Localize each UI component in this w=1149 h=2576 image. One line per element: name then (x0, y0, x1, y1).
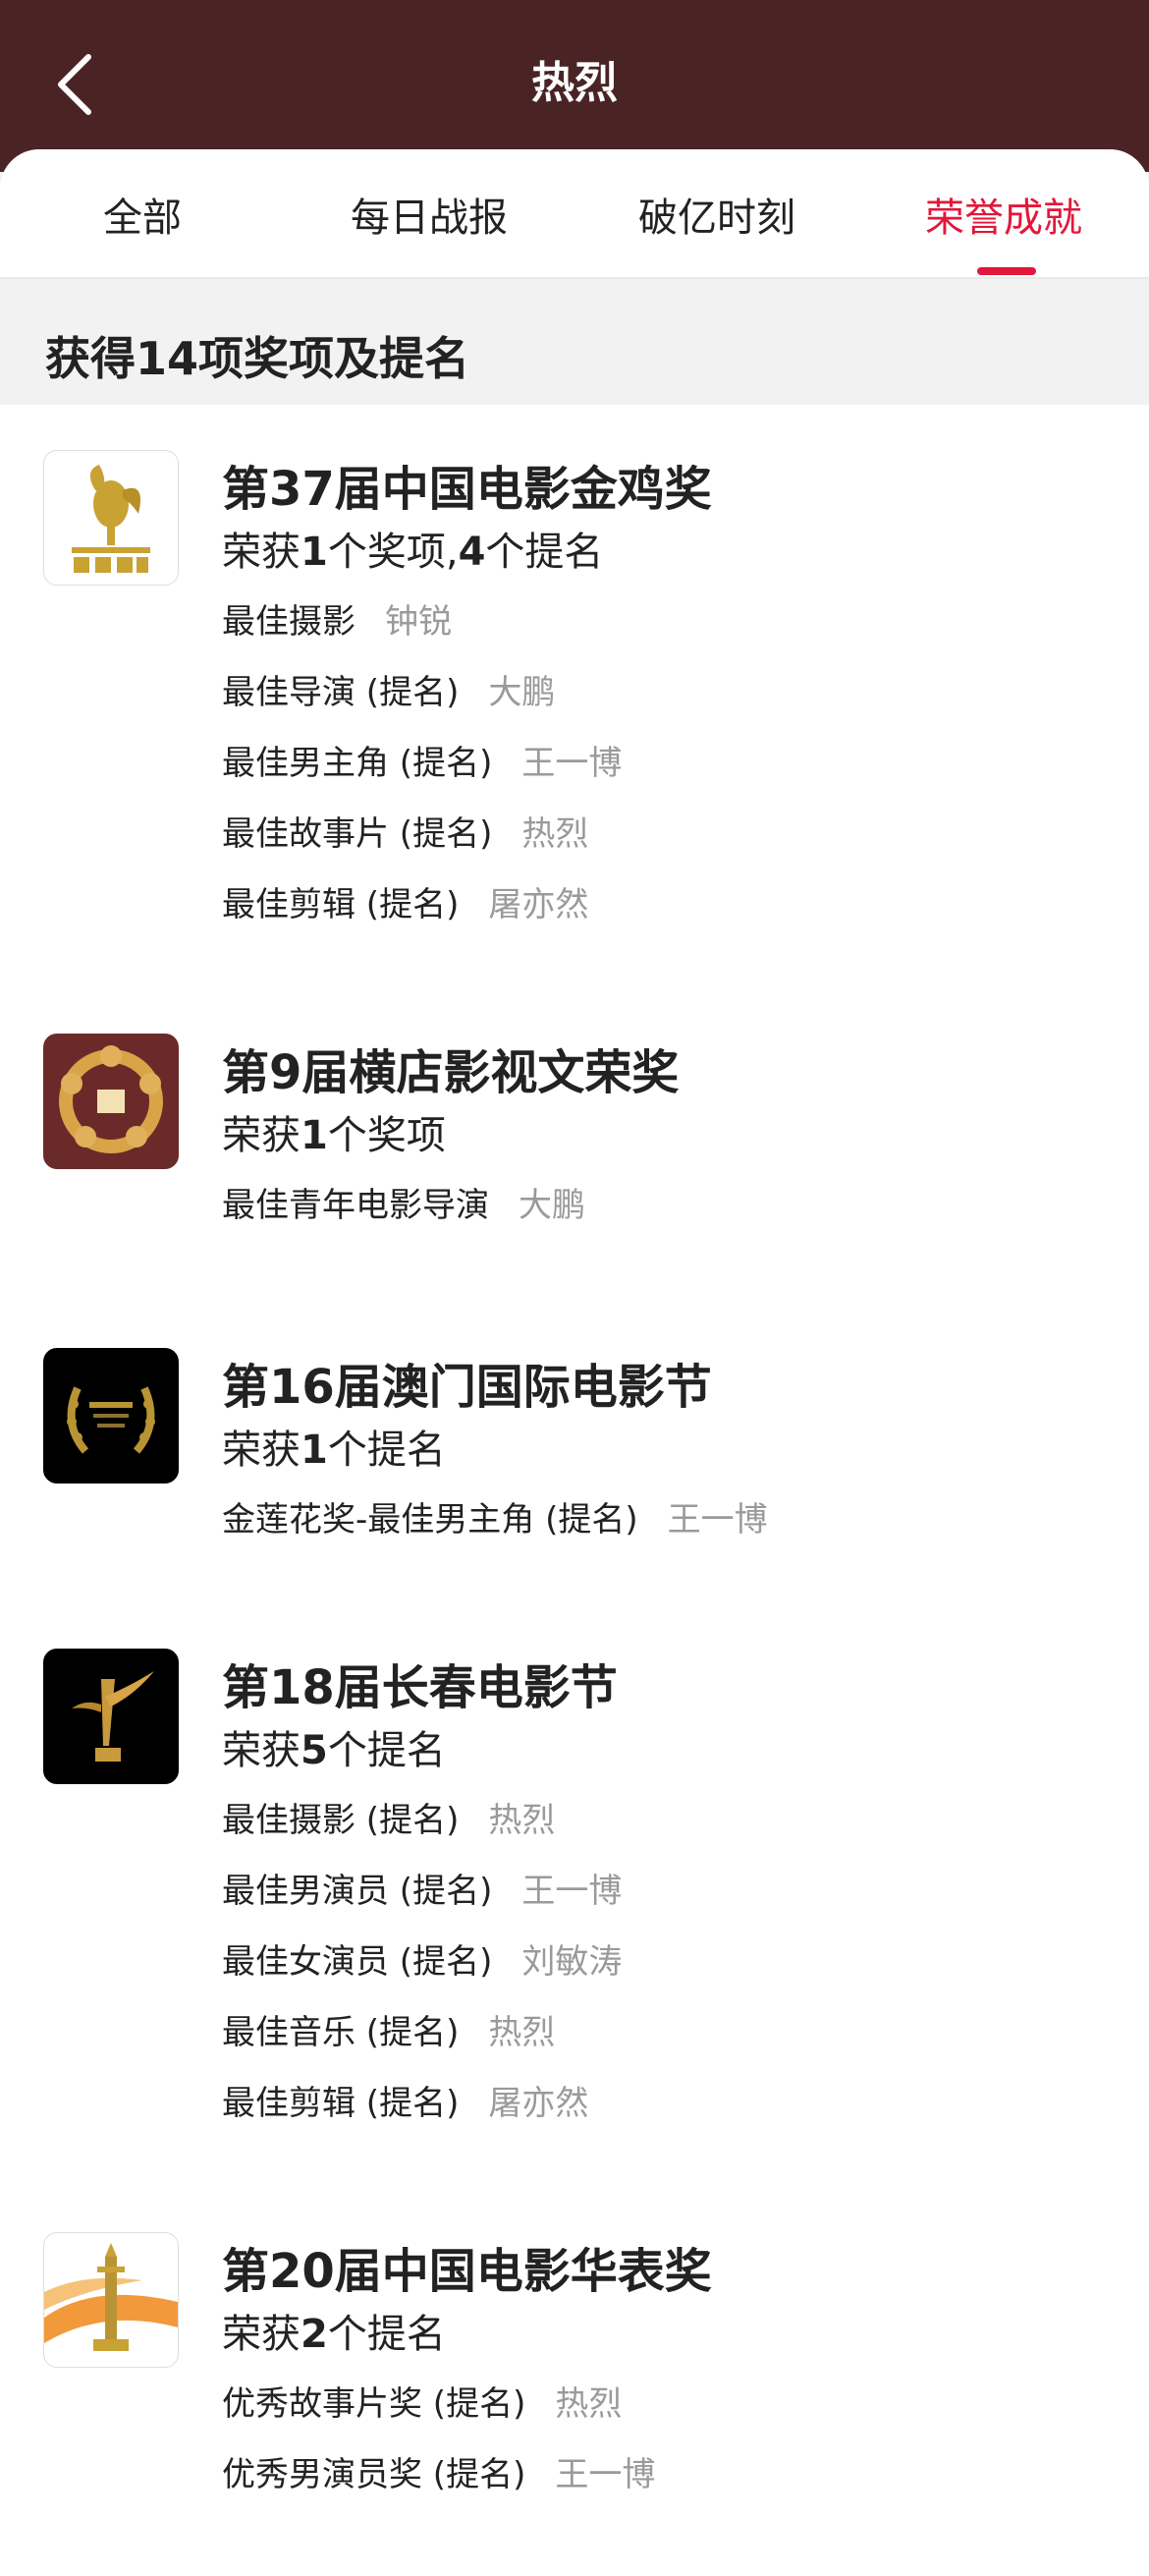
award-card[interactable]: 第20届中国电影华表奖 荣获2个提名 优秀故事片奖 (提名) 热烈 优秀男演员奖 … (0, 2232, 1149, 2527)
awards-summary: 获得14项奖项及提名 (45, 332, 470, 385)
award-title: 第37届中国电影金鸡奖 (222, 462, 712, 517)
wenrong-award-logo (43, 1034, 179, 1169)
award-item: 优秀男演员奖 (提名) 王一博 (222, 2455, 656, 2494)
award-item: 最佳青年电影导演 大鹏 (222, 1186, 585, 1225)
tab-honors[interactable]: 荣誉成就 (876, 189, 1131, 248)
content-sheet: 全部 每日战报 破亿时刻 荣誉成就 获得14项奖项及提名 第37届中国电影金鸡奖… (0, 149, 1149, 2576)
golden-rooster-logo (43, 450, 179, 586)
award-item: 最佳导演 (提名) 大鹏 (222, 673, 556, 712)
award-summary: 荣获1个奖项 (222, 1113, 446, 1158)
award-summary: 荣获2个提名 (222, 2312, 446, 2357)
award-item: 最佳剪辑 (提名) 屠亦然 (222, 2084, 589, 2123)
award-card[interactable]: 第9届横店影视文荣奖 荣获1个奖项 最佳青年电影导演 大鹏 (0, 1034, 1149, 1269)
award-summary: 荣获1个奖项,4个提名 (222, 530, 604, 575)
changchun-festival-logo (43, 1649, 179, 1784)
tab-all[interactable]: 全部 (15, 189, 270, 248)
award-title: 第18届长春电影节 (222, 1660, 618, 1715)
award-item: 优秀故事片奖 (提名) 热烈 (222, 2384, 623, 2424)
top-nav-bar: 热烈 (0, 0, 1149, 172)
award-item: 最佳女演员 (提名) 刘敏涛 (222, 1942, 623, 1982)
award-card[interactable]: 第37届中国电影金鸡奖 荣获1个奖项,4个提名 最佳摄影 钟锐 最佳导演 (提名)… (0, 450, 1149, 961)
tab-bar: 全部 每日战报 破亿时刻 荣誉成就 (0, 149, 1149, 279)
award-item: 最佳音乐 (提名) 热烈 (222, 2013, 556, 2052)
award-title: 第20届中国电影华表奖 (222, 2244, 712, 2299)
award-card[interactable]: 第16届澳门国际电影节 荣获1个提名 金莲花奖-最佳男主角 (提名) 王一博 (0, 1348, 1149, 1584)
tab-daily-report[interactable]: 每日战报 (301, 189, 557, 248)
award-item: 最佳摄影 钟锐 (222, 602, 452, 642)
award-summary: 荣获5个提名 (222, 1728, 446, 1773)
huabiao-award-logo (43, 2232, 179, 2368)
award-item: 最佳摄影 (提名) 热烈 (222, 1801, 556, 1840)
active-tab-indicator (977, 267, 1036, 275)
award-card[interactable]: 第18届长春电影节 荣获5个提名 最佳摄影 (提名) 热烈 最佳男演员 (提名) 王… (0, 1649, 1149, 2159)
award-item: 最佳故事片 (提名) 热烈 (222, 814, 589, 854)
award-item: 最佳男演员 (提名) 王一博 (222, 1872, 623, 1911)
award-item: 最佳剪辑 (提名) 屠亦然 (222, 885, 589, 924)
tab-billion-moments[interactable]: 破亿时刻 (589, 189, 845, 248)
award-item: 金莲花奖-最佳男主角 (提名) 王一博 (222, 1500, 768, 1540)
page-title: 热烈 (531, 58, 618, 108)
awards-list: 第37届中国电影金鸡奖 荣获1个奖项,4个提名 最佳摄影 钟锐 最佳导演 (提名)… (0, 405, 1149, 2576)
award-summary: 荣获1个提名 (222, 1428, 446, 1473)
award-title: 第16届澳门国际电影节 (222, 1360, 712, 1415)
macau-festival-logo (43, 1348, 179, 1484)
award-item: 最佳男主角 (提名) 王一博 (222, 744, 623, 783)
award-title: 第9届横店影视文荣奖 (222, 1045, 680, 1100)
